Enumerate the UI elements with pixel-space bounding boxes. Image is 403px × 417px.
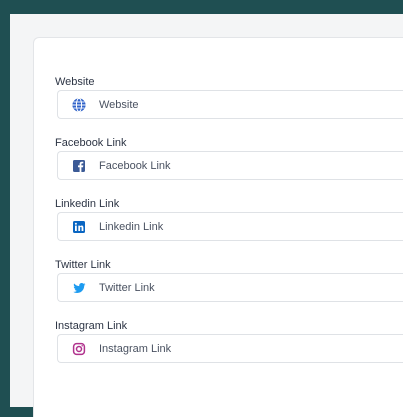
page-frame: Website Website Facebook Link Facebook L… bbox=[10, 14, 403, 417]
instagram-placeholder: Instagram Link bbox=[99, 343, 172, 355]
facebook-icon bbox=[71, 158, 87, 174]
linkedin-label: Linkedin Link bbox=[55, 198, 120, 210]
linkedin-input[interactable]: Linkedin Link bbox=[57, 212, 403, 241]
facebook-input[interactable]: Facebook Link bbox=[57, 151, 403, 180]
globe-icon bbox=[71, 97, 87, 113]
website-input[interactable]: Website bbox=[57, 90, 403, 119]
linkedin-icon bbox=[71, 219, 87, 235]
twitter-placeholder: Twitter Link bbox=[99, 282, 155, 294]
facebook-label: Facebook Link bbox=[55, 137, 127, 149]
twitter-input[interactable]: Twitter Link bbox=[57, 273, 403, 302]
twitter-label: Twitter Link bbox=[55, 259, 111, 271]
twitter-icon bbox=[71, 280, 87, 296]
instagram-icon bbox=[71, 341, 87, 357]
linkedin-placeholder: Linkedin Link bbox=[99, 221, 164, 233]
facebook-placeholder: Facebook Link bbox=[99, 160, 171, 172]
social-links-card: Website Website Facebook Link Facebook L… bbox=[33, 37, 403, 417]
website-label: Website bbox=[55, 76, 95, 88]
instagram-input[interactable]: Instagram Link bbox=[57, 334, 403, 363]
instagram-label: Instagram Link bbox=[55, 320, 128, 332]
website-placeholder: Website bbox=[99, 99, 139, 111]
